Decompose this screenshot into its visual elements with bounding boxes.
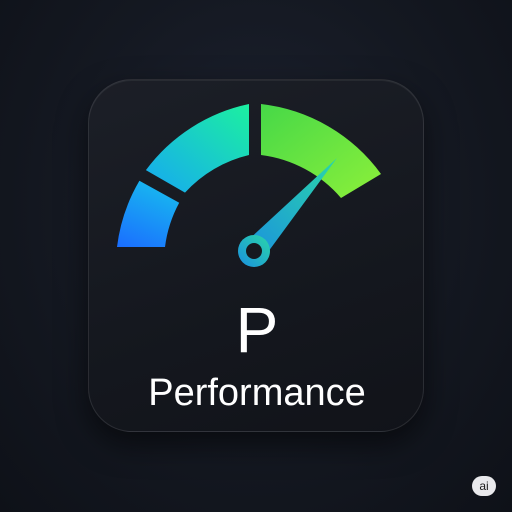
gauge-needle — [238, 158, 337, 267]
app-name: Performance — [148, 372, 366, 414]
app-icon-tile[interactable]: P Performance — [88, 79, 424, 432]
gauge-segment-low — [117, 180, 180, 247]
gauge-segment-mid — [145, 104, 249, 193]
app-letter: P — [235, 294, 279, 366]
gauge-segment-high — [261, 104, 381, 198]
ai-badge: ai — [472, 476, 496, 496]
